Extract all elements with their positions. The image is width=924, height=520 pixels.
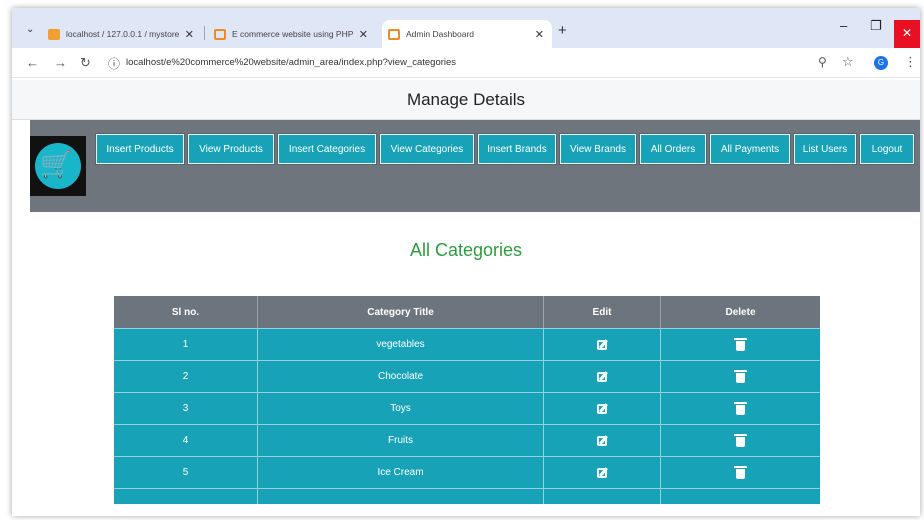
delete-cell	[661, 329, 820, 360]
table-header: Sl no. Category Title Edit Delete	[114, 296, 820, 328]
edit-cell	[544, 329, 661, 360]
reload-icon[interactable]: ↻	[80, 55, 91, 71]
header-category-title: Category Title	[258, 296, 544, 328]
row-sl: 5	[114, 457, 258, 488]
trash-icon[interactable]	[734, 465, 747, 479]
row-sl	[114, 489, 258, 504]
delete-cell	[661, 393, 820, 424]
table-row: 1 vegetables	[114, 328, 820, 360]
menu-kebab-icon[interactable]: ⋮	[904, 54, 917, 70]
profile-avatar[interactable]: G	[874, 56, 888, 70]
edit-cell	[544, 361, 661, 392]
table-row: 4 Fruits	[114, 424, 820, 456]
edit-cell	[544, 425, 661, 456]
back-icon[interactable]: ←	[26, 55, 39, 70]
table-row: 5 Ice Cream	[114, 456, 820, 488]
close-window-icon[interactable]: ✕	[894, 20, 920, 50]
tab-title: E commerce website using PHP	[232, 29, 354, 39]
section-title: All Categories	[409, 240, 523, 260]
insert-categories-button[interactable]: Insert Categories	[278, 134, 376, 164]
trash-icon[interactable]	[734, 369, 747, 383]
categories-table: Sl no. Category Title Edit Delete 1 vege…	[114, 296, 820, 504]
edit-icon[interactable]	[597, 467, 607, 478]
table-row: 2 Chocolate	[114, 360, 820, 392]
bookmark-star-icon[interactable]: ☆	[842, 54, 854, 70]
header-edit: Edit	[544, 296, 661, 328]
view-categories-button[interactable]: View Categories	[380, 134, 474, 164]
all-payments-button[interactable]: All Payments	[710, 134, 790, 164]
row-category-title: Fruits	[258, 425, 544, 456]
row-sl: 4	[114, 425, 258, 456]
trash-icon[interactable]	[734, 433, 747, 447]
tab-strip: ⌄ localhost / 127.0.0.1 / mystore ✕ E co…	[12, 8, 920, 50]
view-products-button[interactable]: View Products	[188, 134, 274, 164]
store-logo: 🛒	[30, 136, 86, 196]
row-category-title: Ice Cream	[258, 457, 544, 488]
edit-icon[interactable]	[597, 435, 607, 446]
shopping-cart-icon: 🛒	[40, 149, 73, 179]
delete-cell	[661, 457, 820, 488]
tab-title: localhost / 127.0.0.1 / mystore	[66, 29, 180, 39]
delete-cell	[661, 425, 820, 456]
insert-brands-button[interactable]: Insert Brands	[478, 134, 556, 164]
edit-icon[interactable]	[597, 371, 607, 382]
row-sl: 2	[114, 361, 258, 392]
browser-window: ⌄ localhost / 127.0.0.1 / mystore ✕ E co…	[12, 8, 920, 516]
insert-products-button[interactable]: Insert Products	[96, 134, 184, 164]
header-delete: Delete	[725, 306, 756, 318]
delete-cell	[661, 489, 820, 504]
edit-cell	[544, 393, 661, 424]
logout-button[interactable]: Logout	[860, 134, 914, 164]
header-sl-no: Sl no.	[114, 296, 258, 328]
tab-admin-dashboard[interactable]: Admin Dashboard ✕	[382, 20, 552, 48]
page-icon	[388, 28, 400, 40]
tab-phpmyadmin[interactable]: localhost / 127.0.0.1 / mystore ✕	[42, 20, 202, 48]
table-row: 3 Toys	[114, 392, 820, 424]
edit-icon[interactable]	[597, 403, 607, 414]
tab-search-icon[interactable]: ⌄	[26, 24, 34, 35]
view-brands-button[interactable]: View Brands	[560, 134, 636, 164]
minimize-icon[interactable]: –	[840, 18, 847, 33]
edit-cell	[544, 489, 661, 504]
row-category-title: Toys	[258, 393, 544, 424]
all-orders-button[interactable]: All Orders	[640, 134, 706, 164]
close-tab-icon[interactable]: ✕	[359, 28, 368, 41]
close-tab-icon[interactable]: ✕	[185, 28, 194, 41]
tab-ecommerce[interactable]: E commerce website using PHP ✕	[208, 20, 376, 48]
page-title: Manage Details	[12, 80, 920, 120]
row-category-title: Chocolate	[258, 361, 544, 392]
trash-icon[interactable]	[734, 337, 747, 351]
new-tab-icon[interactable]: +	[558, 22, 567, 39]
row-category-title: vegetables	[258, 329, 544, 360]
row-category-title	[258, 489, 544, 504]
edit-cell	[544, 457, 661, 488]
phpmyadmin-icon	[48, 28, 60, 40]
edit-icon[interactable]	[597, 339, 607, 350]
row-sl: 3	[114, 393, 258, 424]
table-row-partial	[114, 488, 820, 504]
restore-icon[interactable]: ❐	[870, 18, 882, 34]
info-icon[interactable]: ⓘ	[108, 55, 120, 72]
url-field[interactable]: localhost/e%20commerce%20website/admin_a…	[126, 57, 456, 68]
close-tab-icon[interactable]: ✕	[535, 28, 544, 41]
row-sl: 1	[114, 329, 258, 360]
trash-icon[interactable]	[734, 401, 747, 415]
delete-cell	[661, 361, 820, 392]
address-bar: ← → ↻ ⓘ localhost/e%20commerce%20website…	[12, 48, 920, 78]
forward-icon[interactable]: →	[54, 55, 67, 70]
tab-title: Admin Dashboard	[406, 29, 475, 39]
tab-divider	[204, 26, 205, 40]
list-users-button[interactable]: List Users	[794, 134, 856, 164]
page-icon	[214, 28, 226, 40]
zoom-icon[interactable]: ⚲	[818, 55, 827, 69]
